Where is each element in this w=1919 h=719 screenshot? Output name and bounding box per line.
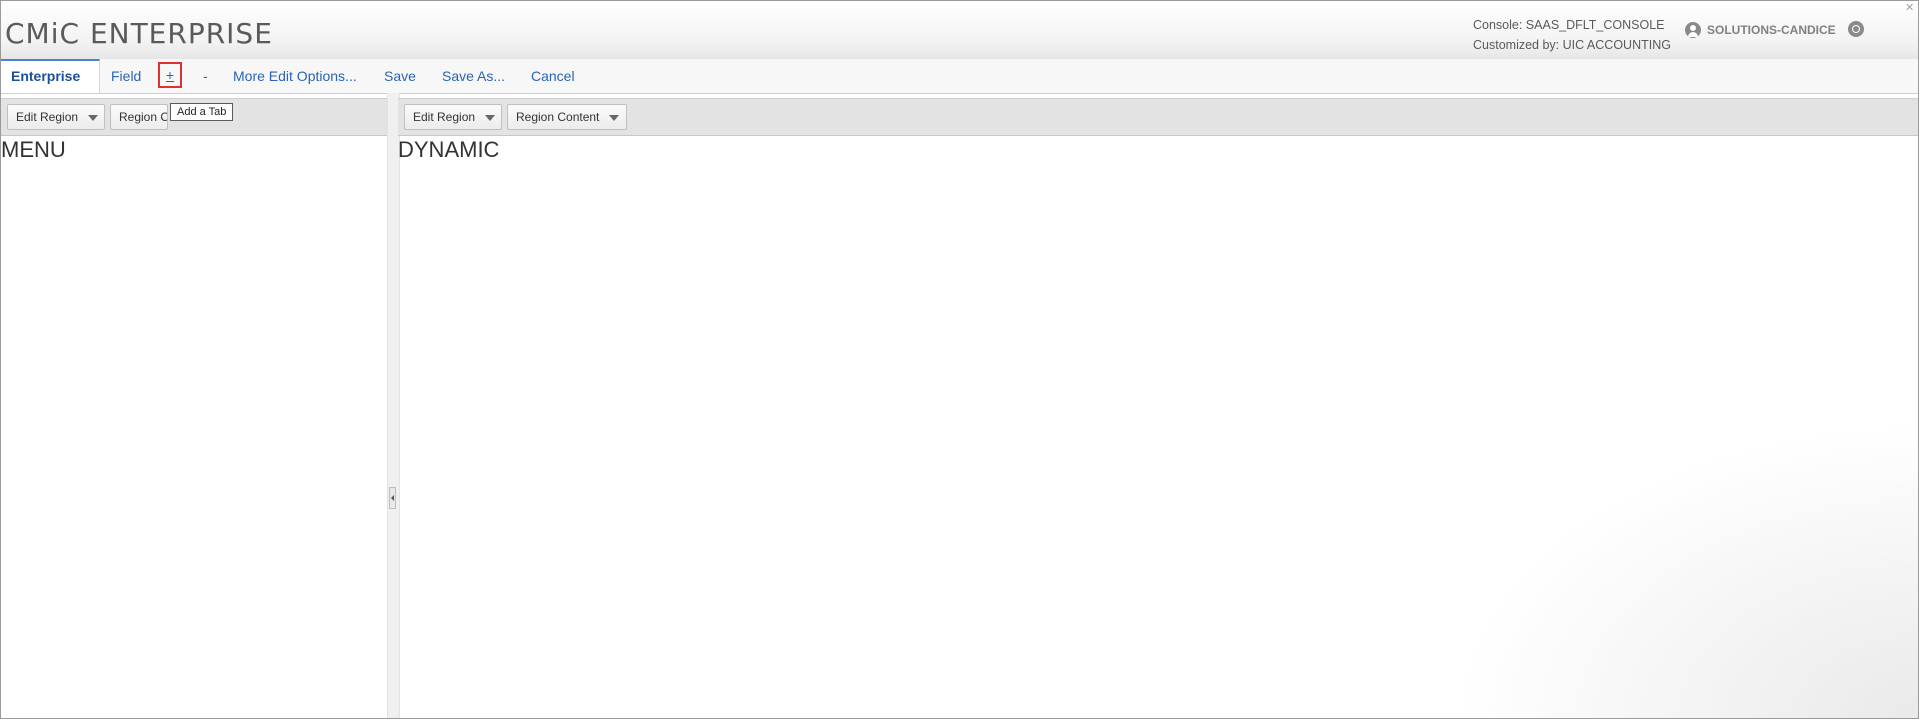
background-watermark	[1451, 421, 1918, 718]
collapse-left-icon[interactable]	[389, 487, 396, 509]
console-info: Console: SAAS_DFLT_CONSOLE Customized by…	[1473, 15, 1671, 55]
app-window: CMiC ENTERPRISE Console: SAAS_DFLT_CONSO…	[0, 0, 1919, 719]
left-edit-region-button[interactable]: Edit Region	[7, 104, 105, 130]
console-label: Console: SAAS_DFLT_CONSOLE	[1473, 18, 1665, 32]
add-tab-button[interactable]: +	[160, 64, 180, 86]
add-tab-highlight: +	[158, 62, 182, 88]
right-edit-region-button[interactable]: Edit Region	[404, 104, 502, 130]
close-icon[interactable]: ✕	[1905, 1, 1914, 14]
add-tab-tooltip: Add a Tab	[170, 103, 234, 121]
menu-region-title: MENU	[1, 137, 66, 162]
app-header: CMiC ENTERPRISE Console: SAAS_DFLT_CONSO…	[1, 1, 1918, 60]
left-region-content-button[interactable]: Region Content	[110, 104, 168, 130]
left-edit-region-label: Edit Region	[16, 110, 79, 124]
region-splitter[interactable]	[387, 93, 400, 718]
dynamic-region-title: DYNAMIC	[398, 137, 500, 162]
save-link[interactable]: Save	[374, 59, 426, 91]
left-region-content-label: Region Content	[119, 110, 167, 124]
user-menu[interactable]: SOLUTIONS-CANDICE	[1685, 22, 1836, 38]
tab-field[interactable]: Field	[101, 59, 151, 91]
more-edit-options-link[interactable]: More Edit Options...	[223, 59, 367, 91]
customized-by-label: Customized by: UIC ACCOUNTING	[1473, 38, 1671, 52]
user-name: SOLUTIONS-CANDICE	[1707, 23, 1836, 37]
right-region-toolbar: Edit Region Region Content	[398, 98, 1918, 136]
remove-tab-button[interactable]: -	[193, 59, 218, 91]
app-title: CMiC ENTERPRISE	[5, 17, 273, 50]
user-icon	[1685, 22, 1701, 38]
right-region-content-label: Region Content	[516, 110, 600, 124]
right-region-content-button[interactable]: Region Content	[507, 104, 627, 130]
save-as-link[interactable]: Save As...	[432, 59, 515, 91]
cancel-link[interactable]: Cancel	[521, 59, 585, 91]
chevron-down-icon	[88, 114, 99, 121]
tab-enterprise[interactable]: Enterprise	[1, 59, 100, 93]
right-edit-region-label: Edit Region	[413, 110, 476, 124]
chevron-down-icon	[609, 114, 620, 121]
chevron-down-icon	[485, 114, 496, 121]
help-icon[interactable]	[1848, 21, 1864, 37]
tab-bar: Enterprise Field + - More Edit Options..…	[1, 59, 1918, 94]
